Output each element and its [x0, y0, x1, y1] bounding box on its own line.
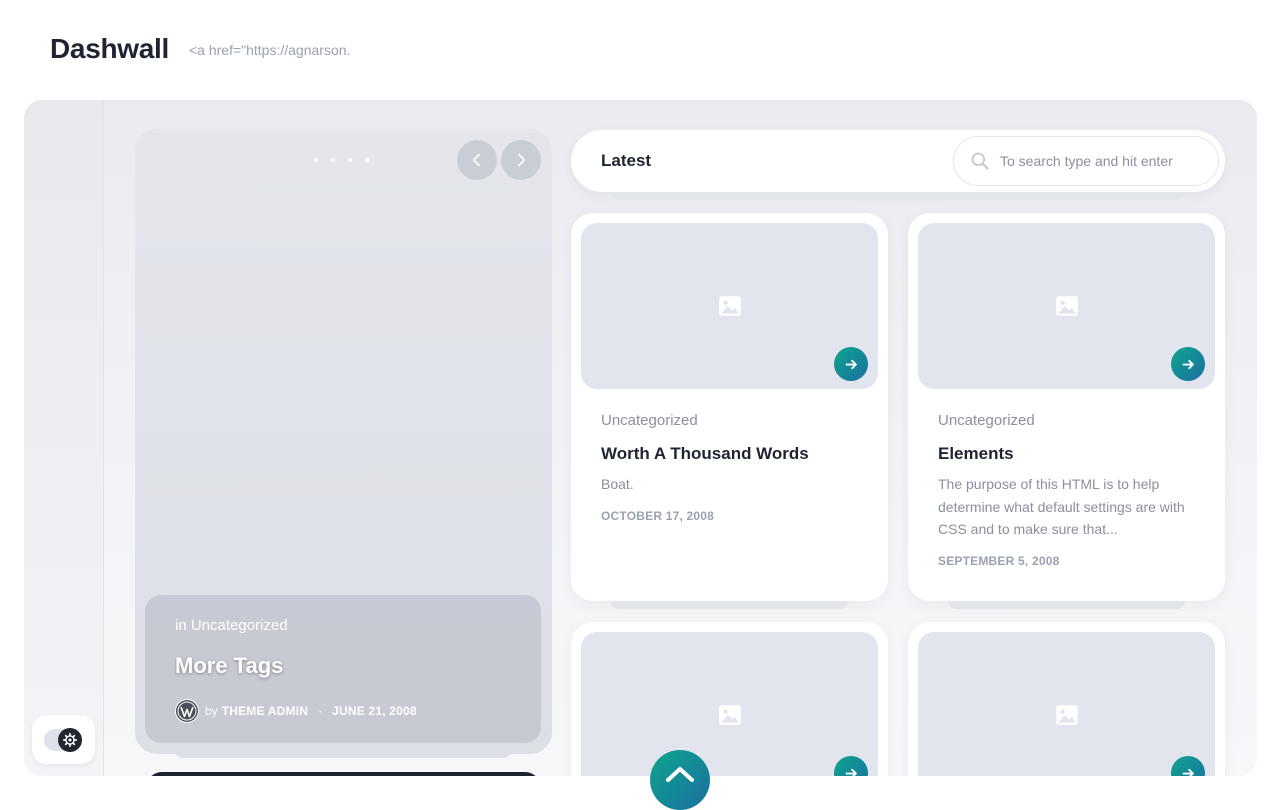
post-thumbnail[interactable] [581, 632, 878, 776]
latest-header: Latest [571, 130, 1225, 192]
slide-meta: by THEME ADMIN · JUNE 21, 2008 [175, 699, 417, 723]
post-thumbnail[interactable] [918, 223, 1215, 389]
slide-info: in Uncategorized More Tags by THEME ADMI… [145, 595, 541, 743]
arrow-right-icon [845, 768, 857, 776]
site-header: Dashwall <a href="https://agnarson. [0, 0, 1280, 100]
read-more-button[interactable] [1171, 756, 1205, 776]
post-excerpt: Boat. [601, 476, 634, 492]
mode-toggle-container [32, 715, 95, 764]
slider-next-button[interactable] [501, 140, 541, 180]
slide-category-link[interactable]: Uncategorized [191, 617, 288, 634]
post-excerpt: The purpose of this HTML is to help dete… [938, 476, 1185, 537]
post-category[interactable]: Uncategorized [601, 412, 698, 429]
avatar[interactable] [175, 699, 199, 723]
image-icon [1055, 705, 1078, 725]
post-title[interactable]: Elements [938, 444, 1014, 464]
search-box [953, 136, 1219, 186]
dark-mode-toggle[interactable] [44, 728, 82, 752]
image-icon [718, 296, 741, 316]
back-to-top-button[interactable] [650, 750, 710, 810]
slider-dots [314, 158, 369, 162]
arrow-right-icon [845, 359, 857, 369]
post-thumbnail[interactable] [581, 223, 878, 389]
post-card[interactable] [571, 622, 888, 776]
post-card-stack [611, 601, 848, 609]
search-input[interactable] [1000, 153, 1200, 169]
mode-knob [58, 728, 82, 752]
chevron-up-icon [666, 767, 694, 782]
slider-dot[interactable] [365, 158, 369, 162]
chevron-left-icon [472, 153, 480, 167]
image-icon [1055, 296, 1078, 316]
post-card[interactable] [908, 622, 1225, 776]
left-rail [24, 100, 104, 776]
by-label: by [205, 704, 218, 718]
post-title[interactable]: Worth A Thousand Words [601, 444, 809, 464]
slide-date: JUNE 21, 2008 [332, 704, 417, 718]
post-date: OCTOBER 17, 2008 [601, 509, 715, 523]
slider-prev-button[interactable] [457, 140, 497, 180]
site-tagline: <a href="https://agnarson. [189, 42, 351, 58]
read-more-button[interactable] [834, 347, 868, 381]
slider-dot[interactable] [314, 158, 318, 162]
post-card[interactable]: Uncategorized Elements The purpose of th… [908, 213, 1225, 601]
slider-dot[interactable] [331, 158, 335, 162]
slide-stack-shadow [175, 750, 511, 758]
author-link[interactable]: THEME ADMIN [222, 704, 308, 718]
featured-slider: in Uncategorized More Tags by THEME ADMI… [135, 129, 552, 758]
post-date: SEPTEMBER 5, 2008 [938, 554, 1060, 568]
post-card[interactable]: Uncategorized Worth A Thousand Words Boa… [571, 213, 888, 601]
slide-category-prefix: in [175, 617, 187, 634]
gear-icon [63, 733, 77, 747]
wordpress-icon [176, 700, 198, 722]
slide-category: in Uncategorized [175, 617, 288, 634]
slider-dot[interactable] [348, 158, 352, 162]
post-card-stack [948, 601, 1185, 609]
chevron-right-icon [518, 153, 526, 167]
read-more-button[interactable] [834, 756, 868, 776]
arrow-right-icon [1182, 768, 1194, 776]
latest-header-shadow [611, 192, 1185, 200]
arrow-right-icon [1182, 359, 1194, 369]
post-thumbnail[interactable] [918, 632, 1215, 776]
read-more-button[interactable] [1171, 347, 1205, 381]
site-title[interactable]: Dashwall [50, 33, 169, 65]
meta-separator: · [318, 704, 323, 718]
latest-title: Latest [601, 151, 652, 170]
image-icon [718, 705, 741, 725]
slide-title[interactable]: More Tags [175, 653, 283, 679]
main-frame: in Uncategorized More Tags by THEME ADMI… [24, 100, 1257, 776]
search-icon [970, 151, 990, 171]
next-slide-peek [146, 772, 541, 776]
post-category[interactable]: Uncategorized [938, 412, 1035, 429]
